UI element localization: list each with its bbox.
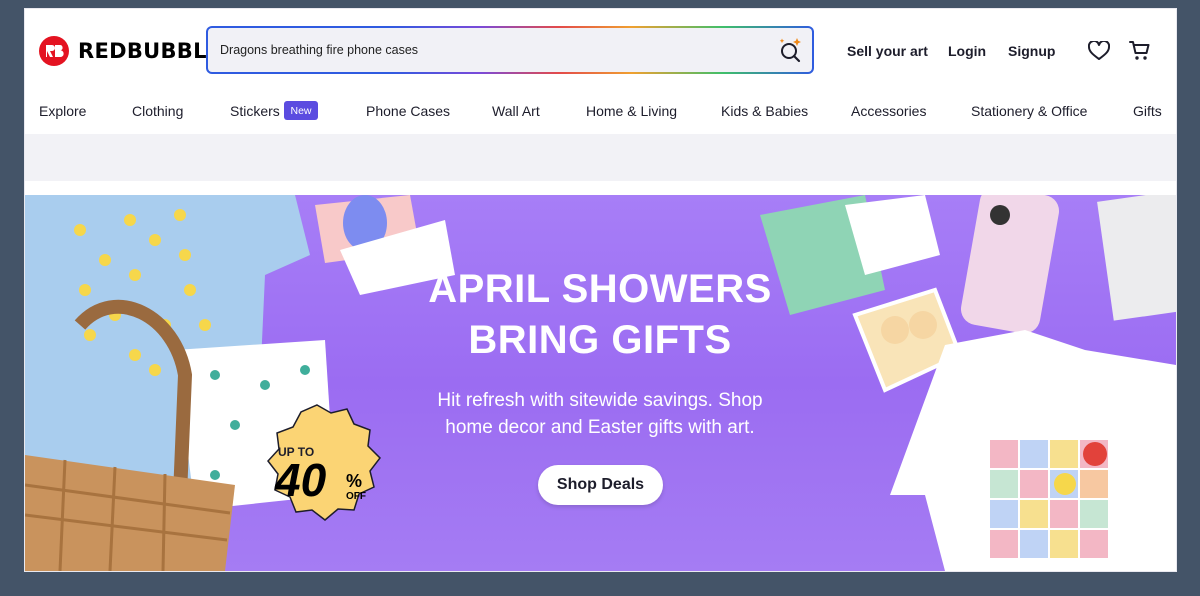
- new-badge: New: [284, 101, 318, 120]
- redbubble-logo-icon: [39, 36, 69, 66]
- category-nav: Explore Clothing Stickers Phone Cases Wa…: [25, 87, 1176, 134]
- hero-banner[interactable]: APRIL SHOWERS BRING GIFTS Hit refresh wi…: [25, 195, 1176, 571]
- phone-case-image: [960, 195, 1060, 334]
- signup-link[interactable]: Signup: [1008, 43, 1055, 59]
- nav-stickers[interactable]: Stickers: [230, 103, 280, 119]
- nav-explore[interactable]: Explore: [39, 103, 86, 119]
- login-link[interactable]: Login: [948, 43, 986, 59]
- search-input[interactable]: [220, 35, 740, 65]
- promo-value: 40: [275, 454, 327, 506]
- ai-search-icon[interactable]: [778, 37, 802, 68]
- heart-icon[interactable]: [1087, 39, 1111, 66]
- promo-strip: [25, 134, 1176, 181]
- site-header: REDBUBBLE Sell your art Login Signup: [25, 9, 1176, 87]
- nav-clothing[interactable]: Clothing: [132, 103, 183, 119]
- brand-name: REDBUBBLE: [78, 39, 222, 63]
- banner-subline-2: home decor and Easter gifts with art.: [445, 417, 755, 438]
- promo-percent: %: [346, 471, 363, 491]
- banner-artwork: [25, 195, 1176, 571]
- brand-logo[interactable]: REDBUBBLE: [39, 36, 221, 66]
- banner-headline-1: APRIL SHOWERS: [428, 267, 772, 311]
- banner-subline-1: Hit refresh with sitewide savings. Shop: [437, 390, 763, 411]
- cart-icon[interactable]: [1129, 40, 1151, 67]
- nav-home-living[interactable]: Home & Living: [586, 103, 677, 119]
- nav-gifts[interactable]: Gifts: [1133, 103, 1162, 119]
- nav-stationery-office[interactable]: Stationery & Office: [971, 103, 1087, 119]
- promo-off: OFF: [346, 491, 366, 502]
- shop-deals-button[interactable]: Shop Deals: [538, 465, 663, 505]
- browser-page: REDBUBBLE Sell your art Login Signup: [25, 9, 1176, 571]
- search-bar: [206, 26, 814, 74]
- nav-phone-cases[interactable]: Phone Cases: [366, 103, 450, 119]
- nav-kids-babies[interactable]: Kids & Babies: [721, 103, 808, 119]
- nav-accessories[interactable]: Accessories: [851, 103, 926, 119]
- search-box: [208, 28, 812, 72]
- notebook-image: [1097, 195, 1176, 321]
- sell-your-art-link[interactable]: Sell your art: [847, 43, 928, 59]
- banner-headline-2: BRING GIFTS: [468, 318, 732, 362]
- nav-wall-art[interactable]: Wall Art: [492, 103, 540, 119]
